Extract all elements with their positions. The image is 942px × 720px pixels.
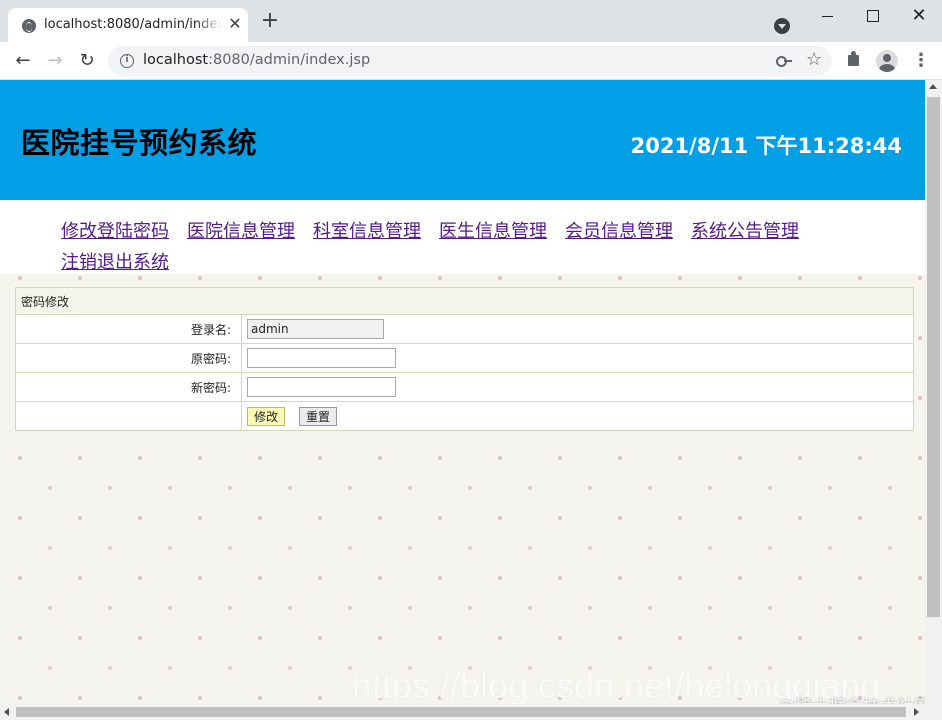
form-row: 新密码: bbox=[15, 372, 914, 402]
admin-menu: 修改登陆密码 医院信息管理 科室信息管理 医生信息管理 会员信息管理 系统公告管理注销退出… bbox=[0, 200, 925, 274]
url-text[interactable]: localhost:8080/admin/index.jsp bbox=[143, 52, 370, 68]
actions-cell: 修改 重置 bbox=[241, 401, 914, 431]
address-bar[interactable]: i localhost:8080/admin/index.jsp ☆ bbox=[108, 46, 832, 76]
menu-links: 修改登陆密码 医院信息管理 科室信息管理 医生信息管理 会员信息管理 系统公告管理注销退出… bbox=[61, 216, 861, 278]
new-password-cell bbox=[241, 372, 914, 402]
browser-tab[interactable]: localhost:8080/admin/index.jsp ✕ bbox=[8, 8, 248, 42]
form-row: 登录名: bbox=[15, 314, 914, 344]
menu-link-department-info[interactable]: 科室信息管理 bbox=[313, 216, 421, 247]
tab-search-icon[interactable] bbox=[774, 18, 790, 34]
site-header: 医院挂号预约系统 2021/8/11 下午11:28:44 bbox=[0, 80, 925, 200]
password-form-table: 密码修改 登录名: 原密码: 新密码: 修改重置 bbox=[15, 287, 914, 431]
reset-button[interactable]: 重置 bbox=[299, 406, 338, 426]
profile-avatar-icon[interactable] bbox=[876, 50, 898, 72]
menu-link-change-password[interactable]: 修改登陆密码 bbox=[61, 216, 169, 247]
window-close-button[interactable]: ✕ bbox=[896, 2, 942, 30]
login-name-field[interactable] bbox=[247, 319, 384, 339]
site-title: 医院挂号预约系统 bbox=[21, 126, 258, 160]
scroll-right-arrow-icon[interactable] bbox=[914, 708, 919, 716]
menu-link-doctor-info[interactable]: 医生信息管理 bbox=[439, 216, 547, 247]
form-row: 原密码: bbox=[15, 343, 914, 373]
old-password-label: 原密码: bbox=[15, 343, 242, 373]
key-icon[interactable] bbox=[776, 54, 792, 68]
tab-title: localhost:8080/admin/index.jsp bbox=[44, 17, 222, 32]
scroll-left-arrow-icon[interactable] bbox=[4, 708, 9, 716]
submit-button[interactable]: 修改 bbox=[247, 406, 286, 426]
reload-button[interactable]: ↻ bbox=[76, 50, 98, 72]
old-password-field[interactable] bbox=[247, 348, 396, 368]
maximize-button[interactable] bbox=[850, 2, 896, 30]
old-password-cell bbox=[241, 343, 914, 373]
horizontal-scrollbar[interactable] bbox=[0, 704, 942, 720]
horizontal-scroll-thumb[interactable] bbox=[16, 707, 906, 717]
minimize-button[interactable] bbox=[804, 2, 850, 30]
tab-close-icon[interactable]: ✕ bbox=[226, 14, 244, 34]
form-caption-row: 密码修改 bbox=[15, 287, 914, 315]
globe-icon bbox=[22, 19, 36, 33]
forward-button[interactable]: → bbox=[44, 50, 66, 72]
vertical-scrollbar[interactable] bbox=[925, 80, 942, 704]
new-password-field[interactable] bbox=[247, 377, 396, 397]
form-actions-row: 修改 重置 bbox=[15, 401, 914, 431]
browser-tab-strip: localhost:8080/admin/index.jsp ✕ + ✕ bbox=[0, 0, 942, 42]
page-viewport: 医院挂号预约系统 2021/8/11 下午11:28:44 修改登陆密码 医院信息… bbox=[0, 80, 925, 704]
menu-link-hospital-info[interactable]: 医院信息管理 bbox=[187, 216, 295, 247]
bookmark-star-icon[interactable]: ☆ bbox=[806, 49, 822, 70]
clock: 2021/8/11 下午11:28:44 bbox=[630, 134, 902, 158]
url-path: :8080/admin/index.jsp bbox=[208, 52, 371, 68]
scroll-up-arrow-icon[interactable] bbox=[929, 84, 937, 89]
site-info-icon[interactable]: i bbox=[120, 54, 134, 68]
new-password-label: 新密码: bbox=[15, 372, 242, 402]
new-tab-button[interactable]: + bbox=[258, 10, 282, 34]
form-caption: 密码修改 bbox=[15, 287, 914, 315]
watermark-community: @稀土掘金技术社区 bbox=[778, 692, 925, 704]
browser-menu-icon[interactable]: ⋮ bbox=[912, 50, 930, 72]
menu-link-announcements[interactable]: 系统公告管理 bbox=[691, 216, 799, 247]
url-host: localhost bbox=[143, 52, 209, 68]
login-name-label: 登录名: bbox=[15, 314, 242, 344]
menu-link-member-info[interactable]: 会员信息管理 bbox=[565, 216, 673, 247]
browser-toolbar: ← → ↻ i localhost:8080/admin/index.jsp ☆… bbox=[0, 42, 942, 80]
extensions-icon[interactable] bbox=[846, 51, 862, 67]
vertical-scroll-thumb[interactable] bbox=[927, 97, 940, 617]
back-button[interactable]: ← bbox=[12, 50, 34, 72]
empty-cell bbox=[15, 401, 242, 431]
menu-link-logout[interactable]: 注销退出系统 bbox=[61, 247, 169, 278]
login-name-cell bbox=[241, 314, 914, 344]
